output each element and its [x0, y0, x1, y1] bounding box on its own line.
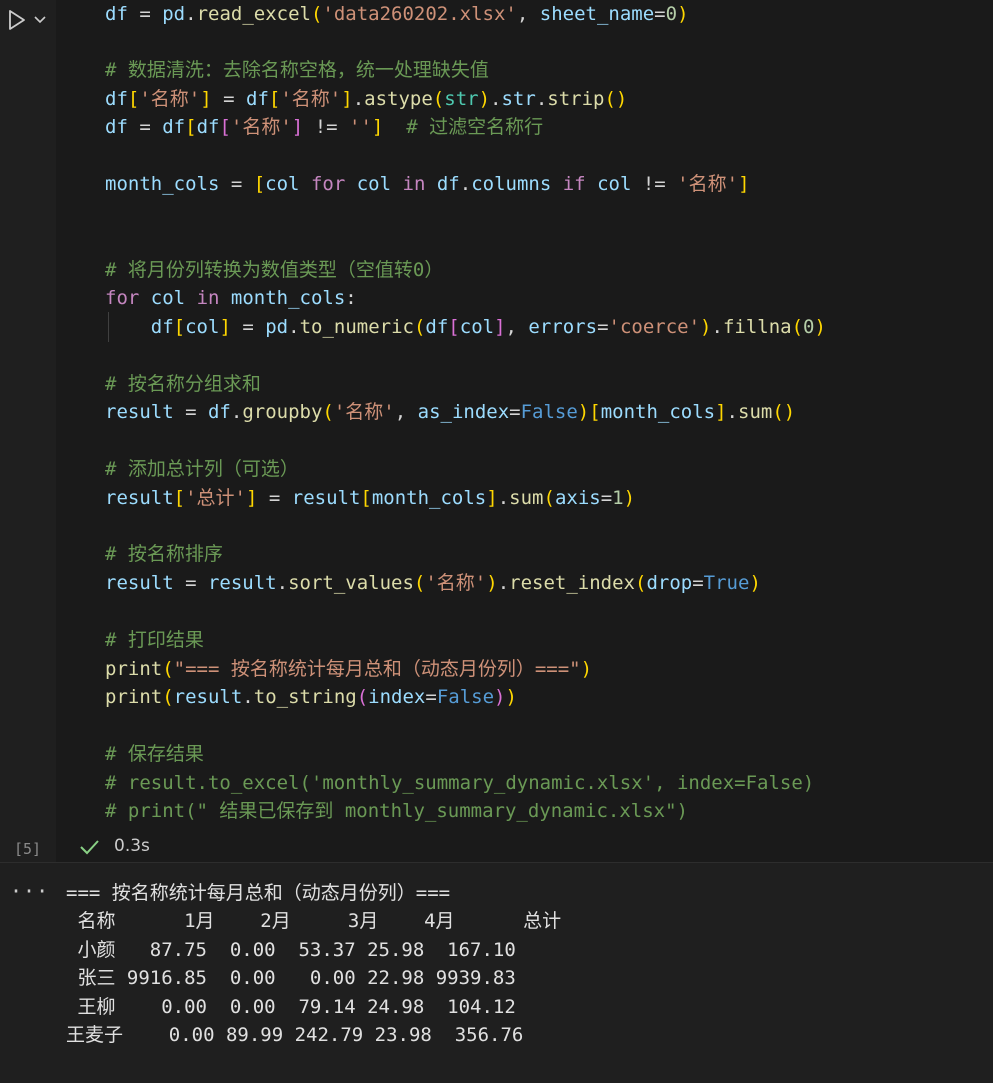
string-literal: '总计' — [185, 487, 246, 509]
chevron-down-icon — [34, 16, 46, 24]
output-line: 小颜 87.75 0.00 53.37 25.98 167.10 — [66, 939, 516, 961]
check-icon — [80, 840, 99, 855]
string-literal: 'data260202.xlsx' — [322, 3, 517, 25]
string-literal: '名称' — [230, 116, 292, 138]
output-line: 王麦子 0.00 89.99 242.79 23.98 356.76 — [66, 1024, 524, 1046]
code-line-15: result = df.groupby('名称', as_index=False… — [105, 401, 796, 423]
string-literal: '名称' — [333, 401, 395, 423]
string-literal: '名称' — [139, 88, 201, 110]
code-line-4: df['名称'] = df['名称'].astype(str).str.stri… — [105, 88, 628, 110]
code-comment: # 过滤空名称行 — [406, 116, 544, 138]
execution-count: [5] — [14, 840, 42, 858]
code-line-1: df = pd.read_excel('data260202.xlsx', sh… — [105, 3, 689, 25]
code-comment: # 按名称排序 — [105, 543, 223, 565]
cell-status-bar: [5] 0.3s — [0, 832, 993, 862]
cell-output: ··· === 按名称统计每月总和（动态月份列）=== 名称 1月 2月 3月 … — [0, 863, 993, 1083]
string-literal: 'coerce' — [608, 316, 701, 338]
code-comment: # 按名称分组求和 — [105, 373, 261, 395]
string-literal: "=== 按名称统计每月总和（动态月份列）===" — [173, 658, 581, 680]
string-literal: '名称' — [425, 572, 487, 594]
output-line: 王柳 0.00 0.00 79.14 24.98 104.12 — [66, 996, 516, 1018]
output-line: 张三 9916.85 0.00 0.00 22.98 9939.83 — [66, 967, 516, 989]
string-literal: '名称' — [280, 88, 342, 110]
code-line-24: print("=== 按名称统计每月总和（动态月份列）===") — [105, 658, 593, 680]
code-line-21: result = result.sort_values('名称').reset_… — [105, 572, 761, 594]
string-literal: '' — [349, 116, 372, 138]
code-line-7: month_cols = [col for col in df.columns … — [105, 173, 750, 195]
output-line: 名称 1月 2月 3月 4月 总计 — [66, 910, 562, 932]
run-cell-button[interactable] — [6, 8, 48, 34]
execution-time: 0.3s — [114, 836, 150, 856]
code-line-18: result['总计'] = result[month_cols].sum(ax… — [105, 487, 636, 509]
code-line-11: for col in month_cols: — [105, 287, 357, 309]
code-comment: # 打印结果 — [105, 629, 204, 651]
code-comment: # result.to_excel('monthly_summary_dynam… — [105, 772, 815, 794]
code-line-5: df = df[df['名称'] != ''] # 过滤空名称行 — [105, 116, 544, 138]
output-line: === 按名称统计每月总和（动态月份列）=== — [66, 882, 451, 904]
code-comment: # 保存结果 — [105, 743, 204, 765]
code-comment: # 数据清洗：去除名称空格，统一处理缺失值 — [105, 59, 489, 81]
code-comment: # print(" 结果已保存到 monthly_summary_dynamic… — [105, 800, 688, 822]
cell-gutter — [0, 0, 56, 862]
string-literal: '名称' — [677, 173, 739, 195]
more-actions-icon[interactable]: ··· — [10, 879, 49, 903]
code-comment: # 将月份列转换为数值类型（空值转0） — [105, 259, 444, 281]
code-comment: # 添加总计列（可选） — [105, 458, 299, 480]
run-icon — [9, 10, 46, 30]
code-line-25: print(result.to_string(index=False)) — [105, 686, 517, 708]
code-line-12: df[col] = pd.to_numeric(df[col], errors=… — [150, 316, 826, 338]
